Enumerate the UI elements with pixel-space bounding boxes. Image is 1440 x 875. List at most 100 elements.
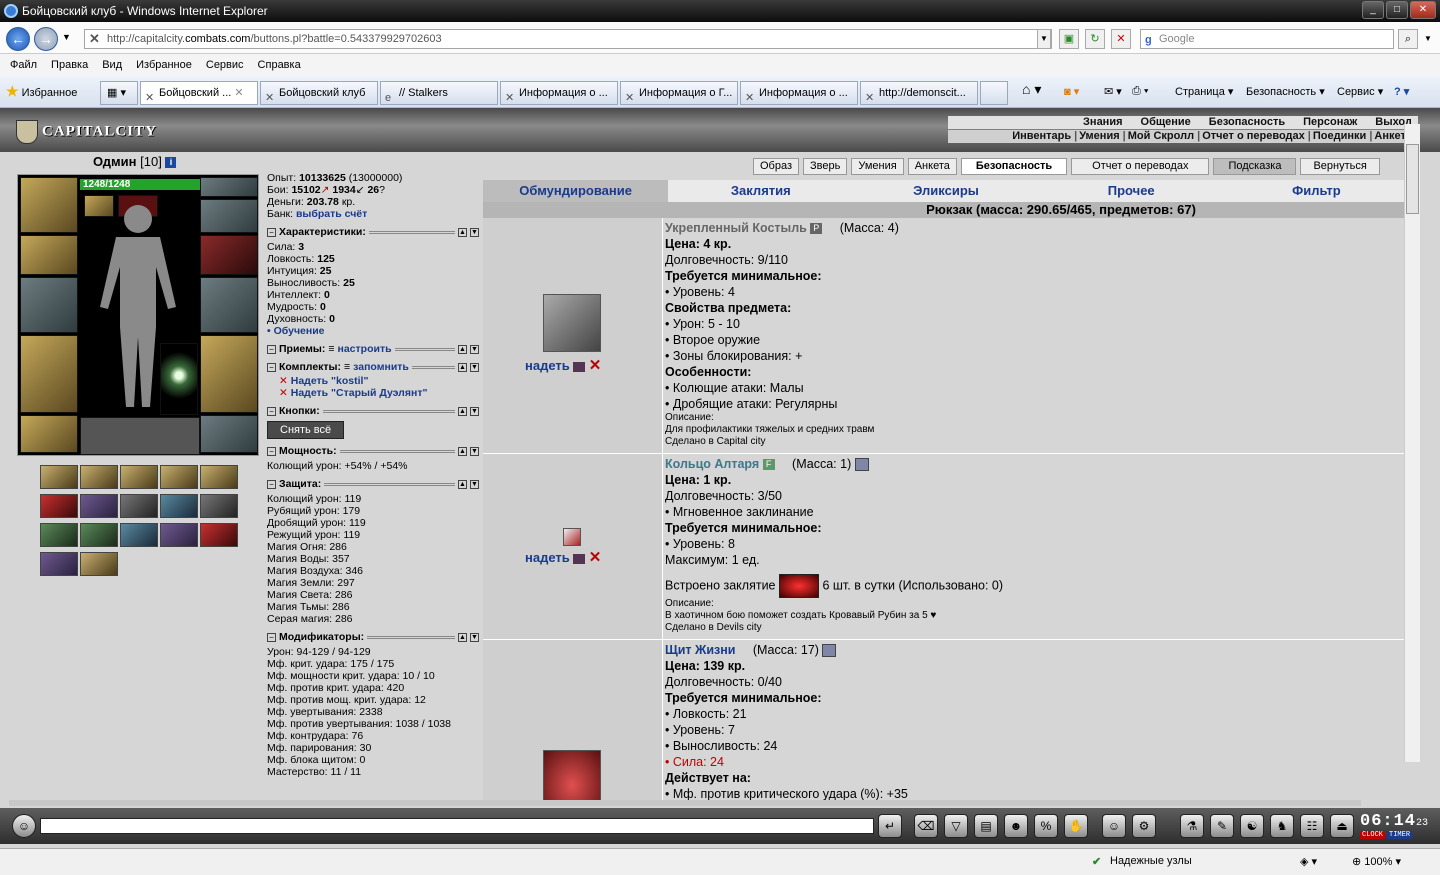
favorites-button[interactable]: ★ Избранное (6, 83, 77, 100)
remove-all-button[interactable]: Снять всё (267, 421, 345, 439)
quick-slot[interactable] (40, 552, 78, 576)
search-input[interactable]: g Google (1140, 29, 1394, 49)
mask-icon[interactable]: ☯ (1240, 814, 1264, 838)
menu-favorites[interactable]: Избранное (136, 54, 192, 76)
page-menu[interactable]: Страница ▾ (1175, 85, 1233, 98)
close-button[interactable]: ✕ (1410, 1, 1436, 19)
nav-security[interactable]: Безопасность (960, 158, 1068, 175)
maximize-button[interactable]: □ (1386, 1, 1408, 19)
hand-icon[interactable]: ✋ (1064, 814, 1088, 838)
wear-set-kostil[interactable]: Надеть "kostil" (291, 375, 369, 387)
url-dropdown[interactable]: ▼ (1037, 29, 1051, 49)
slot-belt[interactable] (20, 415, 78, 453)
person-icon[interactable]: ☻ (1004, 814, 1028, 838)
minimize-button[interactable]: _ (1362, 1, 1384, 19)
search-icon[interactable]: ⌕ (1398, 29, 1418, 49)
stop-icon[interactable]: ✕ (1111, 29, 1131, 49)
tab-equipment[interactable]: Обмундирование (483, 180, 669, 202)
exit-icon[interactable]: ⏏ (1330, 814, 1354, 838)
help-icon[interactable]: ? ▾ (1394, 85, 1409, 98)
horizontal-scrollbar[interactable] (9, 800, 1361, 806)
quick-slot[interactable] (40, 465, 78, 489)
quick-slot[interactable] (160, 523, 198, 547)
menu-tools[interactable]: Сервис (206, 54, 244, 76)
quick-slot[interactable] (40, 494, 78, 518)
section-moves[interactable]: − Приемы: ≡ настроить ▲ ▼ (267, 343, 479, 355)
tab-5[interactable]: ✕ Информация о Г... (620, 81, 738, 105)
info-icon[interactable]: i (165, 157, 177, 169)
tab-other[interactable]: Прочее (1039, 180, 1224, 202)
smile-icon[interactable]: ☺ (1102, 814, 1126, 838)
nav-image[interactable]: Образ (753, 158, 800, 175)
potion-icon[interactable]: ⚗ (1180, 814, 1204, 838)
section-power[interactable]: − Мощность: ▲ ▼ (267, 445, 479, 457)
search-dropdown[interactable]: ▼ (1424, 34, 1432, 43)
send-icon[interactable]: ↵ (878, 814, 902, 838)
spell-icon[interactable] (779, 574, 819, 598)
menu-scroll[interactable]: Мой Скролл (1128, 130, 1200, 143)
tab-filter[interactable]: Фильтр (1224, 180, 1409, 202)
tab-elixirs[interactable]: Эликсиры (853, 180, 1038, 202)
vertical-scrollbar[interactable] (1404, 124, 1420, 762)
eraser-icon[interactable]: ⌫ (914, 814, 938, 838)
menu-inventory[interactable]: Инвентарь (1012, 130, 1077, 143)
quick-slot[interactable] (40, 523, 78, 547)
nav-transfers[interactable]: Отчет о переводах (1071, 158, 1210, 175)
home-icon[interactable]: ⌂ ▾ (1022, 81, 1041, 98)
security-zone[interactable]: Надежные узлы (1110, 855, 1192, 867)
forward-button[interactable]: → (34, 27, 58, 51)
chat-face-icon[interactable]: ☺ (12, 814, 36, 838)
quick-slot[interactable] (120, 523, 158, 547)
tab-1[interactable]: ✕ Бойцовский ... ✕ (140, 81, 258, 105)
menu-fights[interactable]: Поединки (1313, 130, 1373, 143)
tab-4[interactable]: ✕ Информация о ... (500, 81, 618, 105)
slot-weapon-left[interactable] (20, 277, 78, 333)
slot-bracers[interactable] (20, 235, 78, 275)
moves-setup-link[interactable]: настроить (338, 343, 392, 355)
slot-helmet[interactable] (20, 177, 78, 233)
item-name[interactable]: Укрепленный Костыль (665, 221, 807, 235)
safety-menu[interactable]: Безопасность ▾ (1246, 85, 1325, 98)
menu-security[interactable]: Безопасность (1209, 116, 1285, 129)
filter-icon[interactable]: ▽ (944, 814, 968, 838)
quick-slot[interactable] (200, 465, 238, 489)
slot-boots[interactable] (200, 415, 258, 453)
quick-slot[interactable] (200, 494, 238, 518)
menu-file[interactable]: Файл (10, 54, 37, 76)
quick-slot[interactable] (120, 494, 158, 518)
sets-remember-link[interactable]: запомнить (353, 361, 409, 373)
percent-icon[interactable]: % (1034, 814, 1058, 838)
wear-button[interactable]: надеть ✕ (525, 358, 601, 374)
beast-icon[interactable]: ♞ (1270, 814, 1294, 838)
refresh-icon[interactable]: ↻ (1085, 29, 1105, 49)
scroll-icon[interactable]: ✎ (1210, 814, 1234, 838)
tools-menu[interactable]: Сервис ▾ (1337, 85, 1383, 98)
back-button[interactable]: ← (6, 27, 30, 51)
wear-button[interactable]: надеть ✕ (525, 550, 601, 566)
tab-3[interactable]: e// Stalkers (380, 81, 498, 105)
wear-set-duelist[interactable]: Надеть "Старый Дуэлянт" (291, 387, 428, 399)
menu-skills[interactable]: Умения (1079, 130, 1126, 143)
quick-slot[interactable] (160, 494, 198, 518)
quick-slot[interactable] (120, 465, 158, 489)
section-defense[interactable]: − Защита: ▲ ▼ (267, 478, 479, 490)
quick-slot[interactable] (80, 465, 118, 489)
slot-earrings[interactable] (200, 177, 258, 197)
item-image-crutch[interactable] (543, 294, 601, 352)
item-image-shield[interactable] (543, 750, 601, 802)
new-tab-button[interactable] (980, 81, 1008, 105)
slot-gloves[interactable] (200, 235, 258, 275)
quick-slot[interactable] (80, 523, 118, 547)
quick-slot[interactable] (160, 465, 198, 489)
menu-knowledge[interactable]: Знания (1083, 116, 1122, 129)
tab-7[interactable]: ✕ http://demonscit... (860, 81, 978, 105)
quick-slot[interactable] (80, 552, 118, 576)
nav-profile[interactable]: Анкета (907, 158, 957, 175)
friends-icon[interactable]: ☷ (1300, 814, 1324, 838)
rune-slots[interactable] (80, 417, 200, 455)
quick-slot[interactable] (80, 494, 118, 518)
nav-hint[interactable]: Подсказка (1213, 158, 1297, 175)
slot-shield[interactable] (160, 343, 198, 415)
menu-character[interactable]: Персонаж (1303, 116, 1357, 129)
history-dropdown[interactable]: ▼ (62, 32, 71, 42)
